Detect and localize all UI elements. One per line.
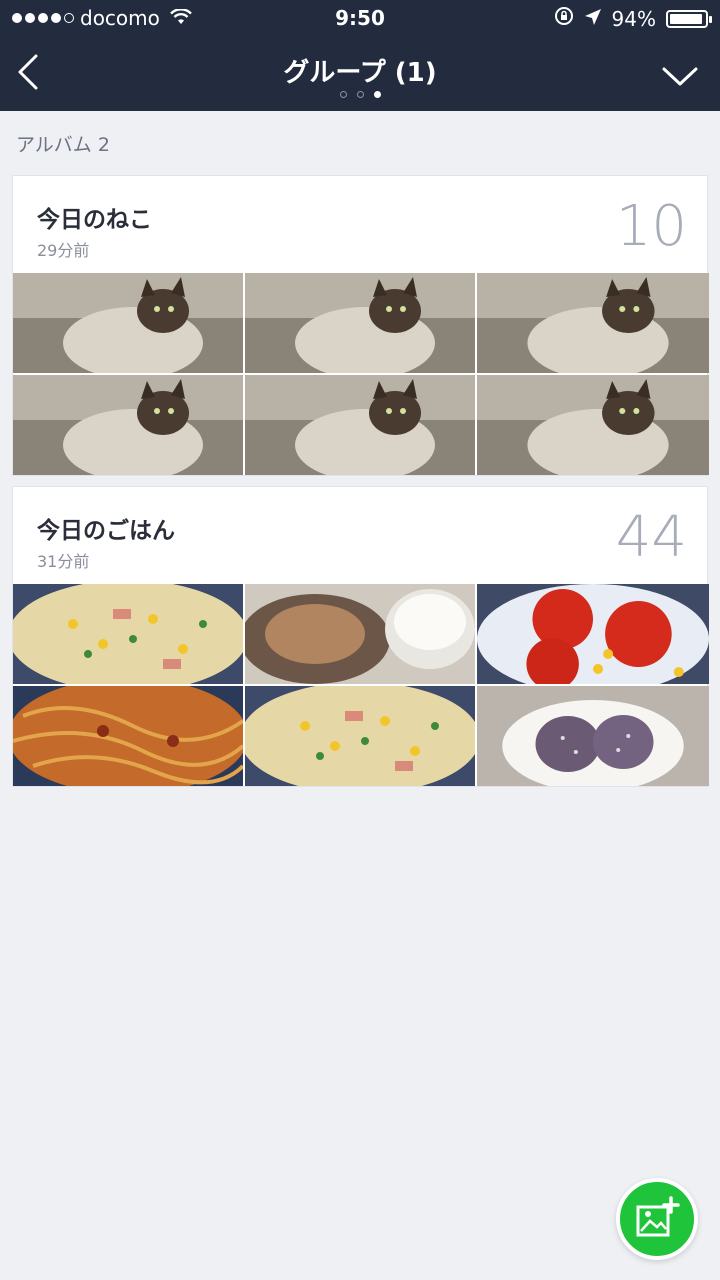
cat-photo[interactable] [477,375,709,475]
rotation-lock-icon [554,6,574,31]
album-header[interactable]: 今日のねこ 29分前 10 [13,176,707,273]
header: docomo 9:50 94% グループ (1) [0,0,720,111]
location-arrow-icon [584,7,602,31]
album-photo-count: 10 [615,194,687,259]
album-title: 今日のごはん [37,518,175,544]
add-image-icon [636,1196,680,1237]
page-dot [339,91,347,98]
album-card[interactable]: 今日のごはん 31分前 44 [12,486,708,787]
status-bar: docomo 9:50 94% [0,0,720,38]
cat-photo[interactable] [245,375,475,475]
page-indicator [0,91,720,98]
chevron-down-icon [662,67,698,86]
cat-photo[interactable] [13,375,243,475]
pork-and-rice-photo[interactable] [245,584,475,684]
album-updated-time: 31分前 [37,552,90,571]
album-updated-time: 29分前 [37,241,90,260]
onigiri-photo[interactable] [477,686,709,786]
fried-rice-photo[interactable] [13,584,243,684]
battery-percent: 94% [611,6,656,31]
fried-rice-photo[interactable] [245,686,475,786]
album-photo-grid [13,584,707,786]
status-right: 94% [554,6,712,31]
album-header[interactable]: 今日のごはん 31分前 44 [13,487,707,584]
menu-toggle-button[interactable] [660,58,700,94]
cat-photo[interactable] [245,273,475,373]
tomato-and-corn-photo[interactable] [477,584,709,684]
album-title: 今日のねこ [37,207,152,233]
album-photo-grid [13,273,707,475]
battery-level [670,13,702,24]
album-count: アルバム 2 [16,134,110,156]
spaghetti-photo[interactable] [13,686,243,786]
album-card[interactable]: 今日のねこ 29分前 10 [12,175,708,476]
page-dot [356,91,364,98]
cat-photo[interactable] [477,273,709,373]
add-photo-button[interactable] [616,1178,698,1260]
cat-photo[interactable] [13,273,243,373]
page-dot [373,91,381,98]
album-photo-count: 44 [615,505,687,570]
page-title: グループ (1) [283,58,437,88]
battery-icon [666,9,712,28]
